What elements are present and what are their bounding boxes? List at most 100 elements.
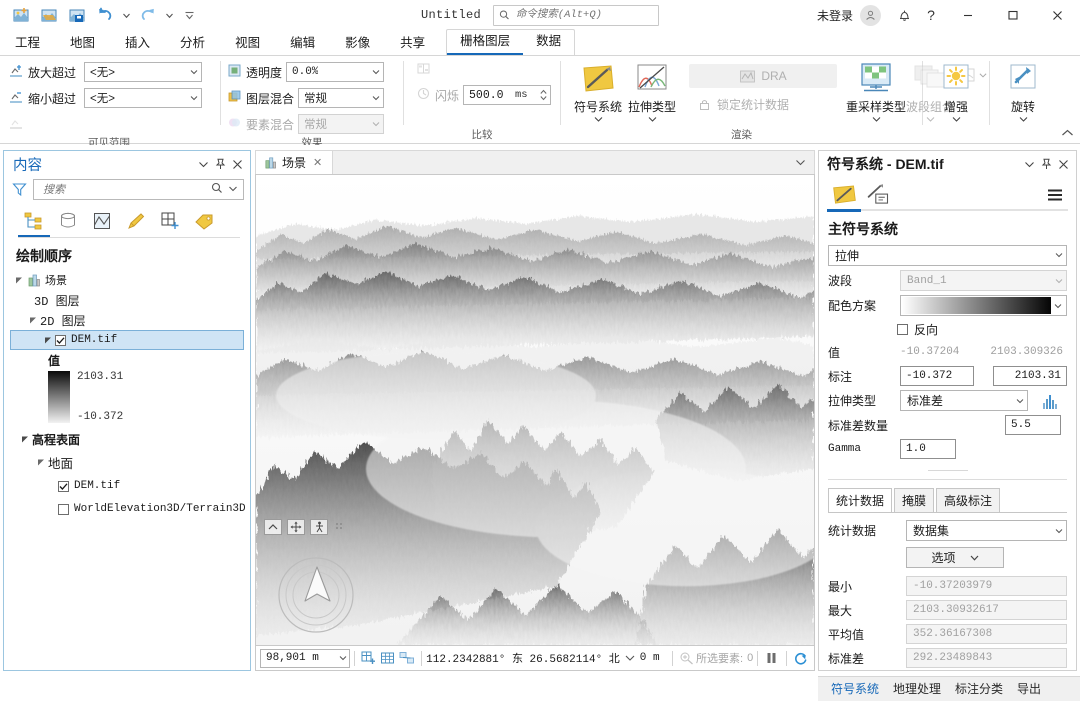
symbology-dropdown-icon[interactable] <box>594 115 603 124</box>
tab-data[interactable]: 数据 <box>523 30 574 55</box>
notifications-icon[interactable] <box>891 2 917 28</box>
list-by-selection-icon[interactable] <box>86 207 118 235</box>
full-extent-icon[interactable] <box>264 519 282 535</box>
primary-symbology-icon[interactable] <box>827 181 861 209</box>
symbology-panel-close-icon[interactable] <box>1055 155 1072 173</box>
ribbon-tab-imagery[interactable]: 影像 <box>330 31 385 55</box>
expand-arrow-icon[interactable] <box>41 336 55 344</box>
expand-arrow-icon[interactable] <box>12 276 26 284</box>
open-project-icon[interactable] <box>36 3 62 27</box>
label-max-input[interactable]: 2103.31 <box>993 366 1067 386</box>
bottom-tab-export[interactable]: 导出 <box>1010 677 1048 701</box>
toc-elevation-surfaces-row[interactable]: 高程表面 <box>4 429 250 449</box>
statistics-options-button[interactable]: 选项 <box>906 547 1004 568</box>
ribbon-tab-share[interactable]: 共享 <box>385 31 440 55</box>
list-by-drawing-order-icon[interactable] <box>18 207 50 235</box>
chevron-down-icon[interactable] <box>1051 302 1065 310</box>
resample-type-dropdown-icon[interactable] <box>872 115 881 124</box>
toc-scene-row[interactable]: 场景 <box>4 270 250 290</box>
tab-scene[interactable]: 场景 ✕ <box>256 151 334 174</box>
new-project-icon[interactable] <box>8 3 34 27</box>
contents-panel-menu-icon[interactable] <box>195 155 212 173</box>
sign-in-status[interactable]: 未登录 <box>817 7 853 24</box>
clear-visible-range-icon[interactable] <box>8 115 24 134</box>
stddev-input[interactable]: 5.5 <box>1005 415 1061 435</box>
coordinate-format-dropdown-icon[interactable] <box>620 654 640 662</box>
enhance-button[interactable]: 增强 <box>929 60 983 124</box>
collapse-ribbon-button[interactable] <box>1061 127 1074 141</box>
symbology-panel-menu-icon[interactable] <box>1021 155 1038 173</box>
sub-tab-advanced-labels[interactable]: 高级标注 <box>936 488 1001 512</box>
ribbon-tab-project[interactable]: 工程 <box>0 31 55 55</box>
contents-panel-close-icon[interactable] <box>229 155 246 173</box>
list-by-editing-icon[interactable] <box>120 207 152 235</box>
ground-layer-1-checkbox[interactable] <box>58 480 69 492</box>
rotate-dropdown-icon[interactable] <box>1019 115 1028 124</box>
scale-selector[interactable]: 98,901 m <box>260 648 350 668</box>
navigator-control[interactable] <box>276 555 356 635</box>
toc-2d-layers-row[interactable]: 2D 图层 <box>4 310 250 330</box>
rotate-button[interactable]: 旋转 <box>996 60 1050 124</box>
sub-tab-mask[interactable]: 掩膜 <box>894 488 935 512</box>
redo-icon[interactable] <box>135 3 161 27</box>
toc-ground-layer-1-row[interactable]: DEM.tif <box>4 476 250 496</box>
statistics-source-combo[interactable]: 数据集 <box>906 520 1067 541</box>
ribbon-tab-map[interactable]: 地图 <box>55 31 110 55</box>
transparency-combo[interactable]: 0.0% <box>286 62 385 82</box>
panel-splitter[interactable] <box>819 466 1076 475</box>
color-scheme-combo[interactable] <box>900 295 1067 316</box>
layer-blend-combo[interactable]: 常规 <box>298 88 385 108</box>
save-project-icon[interactable] <box>64 3 90 27</box>
expand-arrow-icon[interactable] <box>26 316 40 324</box>
raster-layer-checkbox[interactable] <box>55 334 66 346</box>
explore-icon[interactable] <box>310 519 328 535</box>
select-icon[interactable] <box>398 648 418 669</box>
pan-icon[interactable] <box>287 519 305 535</box>
toc-ground-row[interactable]: 地面 <box>4 452 250 472</box>
ribbon-tab-analysis[interactable]: 分析 <box>165 31 220 55</box>
avatar[interactable] <box>860 4 881 26</box>
undo-icon[interactable] <box>92 3 118 27</box>
mask-symbology-icon[interactable] <box>861 181 895 209</box>
expand-arrow-icon[interactable] <box>34 458 48 466</box>
maximize-button[interactable] <box>990 0 1035 30</box>
primary-symbology-combo[interactable]: 拉伸 <box>828 244 1067 266</box>
customize-quick-access-icon[interactable] <box>178 3 200 27</box>
stretch-type-combo[interactable]: 标准差 <box>900 390 1028 411</box>
close-button[interactable] <box>1035 0 1080 30</box>
contents-search-dropdown-icon[interactable] <box>226 183 240 197</box>
contents-search-icon[interactable] <box>208 182 226 197</box>
filter-icon[interactable] <box>10 182 28 197</box>
list-by-data-source-icon[interactable] <box>52 207 84 235</box>
pause-drawing-icon[interactable] <box>762 648 782 669</box>
tab-raster-layer[interactable]: 栅格图层 <box>447 30 524 55</box>
zoom-out-beyond-combo[interactable]: <无> <box>84 88 203 108</box>
list-by-labeling-icon[interactable] <box>188 207 220 235</box>
contents-search-field[interactable] <box>33 179 244 200</box>
gamma-input[interactable]: 1.0 <box>900 439 956 459</box>
invert-checkbox[interactable] <box>897 324 908 335</box>
symbology-panel-pin-icon[interactable] <box>1038 155 1055 173</box>
stretch-type-dropdown-icon[interactable] <box>648 115 657 124</box>
redo-dropdown-icon[interactable] <box>163 3 176 27</box>
search-input[interactable] <box>513 8 653 22</box>
list-by-snapping-icon[interactable] <box>154 207 186 235</box>
histogram-icon[interactable] <box>1040 391 1060 411</box>
enhance-dropdown-icon[interactable] <box>952 115 961 124</box>
zoom-in-beyond-combo[interactable]: <无> <box>84 62 203 82</box>
contents-panel-pin-icon[interactable] <box>212 155 229 173</box>
undo-dropdown-icon[interactable] <box>120 3 133 27</box>
bottom-tab-symbology[interactable]: 符号系统 <box>824 677 886 701</box>
symbology-button[interactable]: 符号系统 <box>571 60 625 124</box>
toc-3d-layers-row[interactable]: 3D 图层 <box>4 290 250 310</box>
flicker-spinner[interactable]: 500.0 ms <box>463 85 552 105</box>
stretch-type-button[interactable]: 拉伸类型 <box>625 60 679 124</box>
sub-tab-statistics[interactable]: 统计数据 <box>828 488 893 513</box>
toc-raster-layer-row[interactable]: DEM.tif <box>10 330 244 350</box>
bottom-tab-label-class[interactable]: 标注分类 <box>948 677 1010 701</box>
resample-type-button[interactable]: 重采样类型 <box>846 60 906 124</box>
label-min-input[interactable]: -10.372 <box>900 366 974 386</box>
command-search-box[interactable] <box>493 4 659 26</box>
refresh-icon[interactable] <box>791 648 811 669</box>
contents-search-input[interactable] <box>41 182 208 197</box>
